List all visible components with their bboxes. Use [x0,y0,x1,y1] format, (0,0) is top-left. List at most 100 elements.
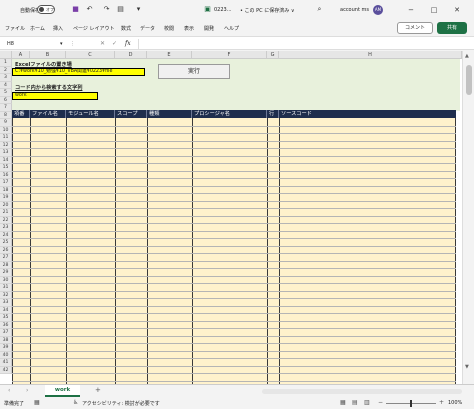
header-no[interactable]: 項番 [12,110,30,118]
header-kind[interactable]: 種類 [147,110,192,118]
menu-insert[interactable]: 挿入 [53,25,63,32]
name-box[interactable]: H8 [5,39,55,49]
row-header[interactable]: 20 [0,201,12,209]
row-header[interactable]: 3 [0,74,12,82]
column-header-f[interactable]: F [192,51,267,59]
header-line[interactable]: 行 [267,110,279,118]
menu-developer[interactable]: 開発 [204,25,214,32]
menu-view[interactable]: 表示 [184,25,194,32]
maximize-button[interactable]: □ [427,4,441,16]
menu-help[interactable]: ヘルプ [224,25,239,32]
row-header[interactable]: 12 [0,141,12,149]
select-all-corner[interactable] [0,51,12,59]
row-header[interactable]: 40 [0,351,12,359]
name-box-dropdown-icon[interactable]: ▾ [60,39,63,49]
row-header[interactable]: 33 [0,299,12,307]
menu-page-layout[interactable]: ページ レイアウト [73,25,115,32]
normal-view-icon[interactable]: ▦ [340,399,346,406]
excel-path-input[interactable]: C:¥work¥10_勉強¥10_VBA関連¥0223¥file [12,68,145,76]
row-header[interactable]: 27 [0,254,12,262]
formula-bar-grip-icon[interactable]: ⋮ [70,40,75,48]
row-header[interactable]: 4 [0,81,12,89]
menu-home[interactable]: ホーム [30,25,45,32]
row-header[interactable]: 9 [0,119,12,127]
row-header[interactable]: 18 [0,186,12,194]
row-header[interactable]: 6 [0,96,12,104]
formula-input[interactable] [138,39,458,49]
format-painter-icon[interactable]: ▤ [116,5,125,14]
zoom-level[interactable]: 100% [448,400,462,406]
add-sheet-button[interactable]: + [95,386,101,394]
row-header[interactable]: 10 [0,126,12,134]
menu-data[interactable]: データ [140,25,155,32]
result-table-body[interactable] [12,118,456,384]
comment-button[interactable]: コメント [397,22,433,34]
vertical-scrollbar[interactable]: ▲ ▼ [462,51,474,384]
account-name[interactable]: account ms [340,7,369,13]
row-header[interactable]: 13 [0,149,12,157]
save-status[interactable]: • この PC に保存済み ∨ [240,7,294,14]
row-header[interactable]: 11 [0,134,12,142]
row-header[interactable]: 25 [0,239,12,247]
row-header[interactable]: 42 [0,366,12,374]
row-header[interactable]: 39 [0,344,12,352]
zoom-out-icon[interactable]: − [378,399,383,406]
row-header[interactable]: 15 [0,164,12,172]
search-icon[interactable]: ⌕ [315,5,324,14]
row-header[interactable]: 22 [0,216,12,224]
row-header[interactable]: 32 [0,291,12,299]
confirm-entry-icon[interactable]: ✓ [112,39,117,49]
close-button[interactable]: ✕ [450,4,464,16]
page-break-view-icon[interactable]: ▥ [364,399,370,406]
row-header[interactable]: 14 [0,156,12,164]
menu-file[interactable]: ファイル [5,25,25,32]
page-layout-view-icon[interactable]: ▤ [352,399,358,406]
worksheet-grid[interactable]: A B C D E F G H 1 2 3 4 5 6 7 8 9 10 11 12 13 14 15 16 1… [0,51,474,384]
accessibility-icon[interactable]: ♿ [73,399,78,406]
save-icon[interactable]: ■ [71,5,80,14]
row-header[interactable]: 1 [0,59,12,67]
row-header[interactable]: 35 [0,314,12,322]
insert-function-button[interactable]: fx [125,39,131,49]
header-module-name[interactable]: モジュール名 [66,110,115,118]
undo-icon[interactable]: ↶ [85,5,94,14]
row-header[interactable]: 7 [0,104,12,112]
accessibility-status[interactable]: アクセシビリティ: 検討が必要です [82,400,160,407]
row-header[interactable]: 23 [0,224,12,232]
row-header[interactable]: 5 [0,89,12,97]
minimize-button[interactable]: − [404,4,418,16]
row-header[interactable]: 26 [0,246,12,254]
prev-sheet-icon[interactable]: ‹ [8,387,10,394]
column-header-d[interactable]: D [115,51,147,59]
column-header-a[interactable]: A [12,51,30,59]
quick-access-more-icon[interactable]: ▾ [134,5,143,14]
row-header[interactable]: 37 [0,329,12,337]
document-name[interactable]: 0223... [214,7,232,13]
column-header-e[interactable]: E [147,51,192,59]
menu-review[interactable]: 校閲 [164,25,174,32]
row-header[interactable]: 2 [0,66,12,74]
row-header[interactable]: 34 [0,306,12,314]
autosave-toggle[interactable]: オフ [37,5,55,14]
row-header[interactable]: 21 [0,209,12,217]
header-file-name[interactable]: ファイル名 [30,110,66,118]
run-button[interactable]: 実行 [158,64,230,79]
menu-formulas[interactable]: 数式 [121,25,131,32]
scroll-up-icon[interactable]: ▲ [465,53,469,59]
row-header[interactable]: 28 [0,261,12,269]
header-procedure-name[interactable]: プロシージャ名 [192,110,267,118]
row-header[interactable]: 29 [0,269,12,277]
horizontal-scrollbar[interactable] [262,389,462,394]
next-sheet-icon[interactable]: › [26,387,28,394]
scroll-thumb[interactable] [466,65,472,95]
header-scope[interactable]: スコープ [115,110,147,118]
column-header-h[interactable]: H [279,51,462,59]
row-header[interactable]: 31 [0,284,12,292]
redo-icon[interactable]: ↷ [102,5,111,14]
scroll-down-icon[interactable]: ▼ [465,364,469,370]
zoom-in-icon[interactable]: + [439,399,444,406]
row-header[interactable]: 36 [0,321,12,329]
row-header[interactable]: 8 [0,111,12,119]
zoom-slider-thumb[interactable] [410,400,412,407]
cancel-entry-icon[interactable]: ✕ [100,39,105,49]
